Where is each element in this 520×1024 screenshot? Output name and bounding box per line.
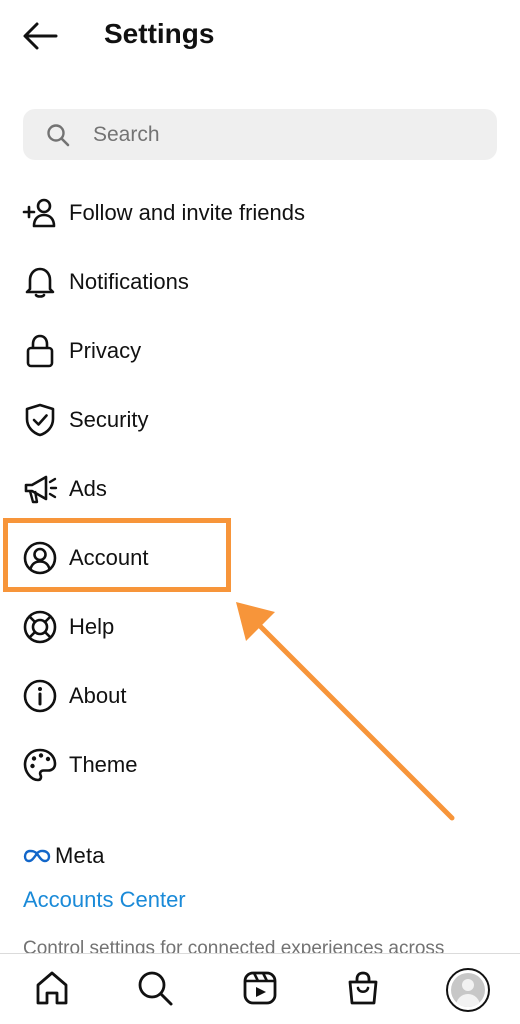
- header: Settings: [0, 0, 520, 72]
- menu-item-label: Follow and invite friends: [69, 199, 306, 225]
- lifebuoy-icon: [22, 609, 58, 645]
- back-arrow-icon: [23, 22, 58, 50]
- menu-item-help[interactable]: Help: [0, 592, 520, 661]
- profile-avatar: [451, 973, 485, 1007]
- menu-item-label: Security: [69, 406, 149, 432]
- palette-icon: [22, 747, 58, 783]
- menu-item-label: About: [69, 682, 127, 708]
- menu-item-ads[interactable]: Ads: [0, 454, 520, 523]
- menu-item-notifications[interactable]: Notifications: [0, 247, 520, 316]
- add-person-icon: [22, 195, 58, 231]
- lock-icon: [22, 333, 58, 369]
- settings-screen: Settings Follow and invite friends: [0, 0, 520, 1024]
- user-circle-icon: [22, 540, 58, 576]
- menu-item-label: Account: [69, 544, 149, 570]
- nav-home-button[interactable]: [32, 968, 72, 1008]
- meta-infinity-icon: [23, 849, 51, 863]
- menu-item-privacy[interactable]: Privacy: [0, 316, 520, 385]
- bell-icon: [22, 264, 58, 300]
- nav-shop-button[interactable]: [343, 968, 383, 1008]
- menu-item-security[interactable]: Security: [0, 385, 520, 454]
- shield-check-icon: [22, 402, 58, 438]
- back-button[interactable]: [20, 18, 60, 54]
- nav-profile-button[interactable]: [446, 968, 490, 1012]
- menu-item-about[interactable]: About: [0, 661, 520, 730]
- bottom-nav: [0, 953, 520, 1024]
- menu-item-account[interactable]: Account: [0, 523, 520, 592]
- search-input[interactable]: [91, 121, 475, 148]
- home-icon: [36, 971, 68, 1005]
- page-title: Settings: [104, 18, 215, 49]
- reels-icon: [243, 971, 277, 1005]
- menu-item-label: Help: [69, 613, 115, 639]
- shop-icon: [348, 971, 378, 1005]
- accounts-center-link[interactable]: Accounts Center: [23, 885, 186, 915]
- menu-item-label: Notifications: [69, 268, 189, 294]
- menu-item-follow-invite[interactable]: Follow and invite friends: [0, 178, 520, 247]
- search-icon: [45, 122, 71, 148]
- info-icon: [22, 678, 58, 714]
- nav-search-button[interactable]: [135, 968, 175, 1008]
- menu-item-label: Theme: [69, 751, 138, 777]
- menu-item-theme[interactable]: Theme: [0, 730, 520, 799]
- meta-logo-text: Meta: [55, 843, 105, 868]
- meta-logo: Meta: [23, 842, 105, 870]
- nav-reels-button[interactable]: [240, 968, 280, 1008]
- search-bar[interactable]: [23, 109, 497, 160]
- menu-item-label: Privacy: [69, 337, 142, 363]
- menu-item-label: Ads: [69, 475, 107, 501]
- search-icon: [138, 971, 173, 1006]
- megaphone-icon: [22, 471, 58, 507]
